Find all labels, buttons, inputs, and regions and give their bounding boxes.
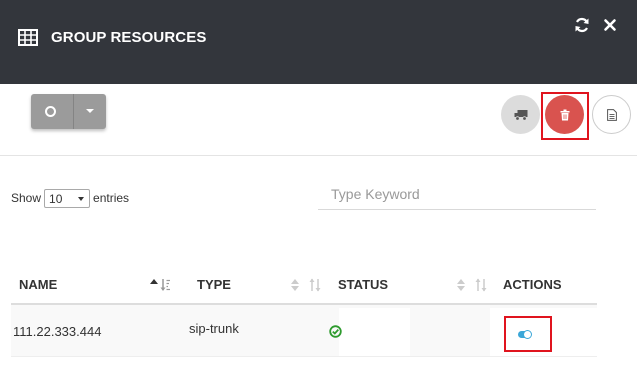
truck-icon <box>514 109 527 121</box>
split-button <box>31 94 106 129</box>
entries-select-value: 10 <box>49 191 63 206</box>
move-resource-button[interactable] <box>501 95 540 134</box>
caret-down-icon <box>86 109 94 113</box>
trash-icon <box>560 109 569 120</box>
column-header-status[interactable]: STATUS <box>338 277 388 292</box>
document-icon <box>606 108 617 121</box>
caret-down-icon <box>78 196 85 201</box>
close-icon[interactable] <box>601 16 619 34</box>
dropdown-toggle-button[interactable] <box>74 94 106 129</box>
refresh-icon[interactable] <box>573 16 591 34</box>
toggle-knob <box>523 330 532 339</box>
column-header-actions: ACTIONS <box>503 277 562 292</box>
entries-length-control: Show 10 entries <box>11 188 129 208</box>
actions-cell <box>490 308 597 356</box>
status-cell <box>339 308 410 356</box>
status-toggle-button[interactable] <box>31 94 73 129</box>
toolbar <box>0 84 637 156</box>
sort-both-icon[interactable] <box>456 278 488 292</box>
cell-type: sip-trunk <box>189 321 239 336</box>
sort-both-icon[interactable] <box>290 278 322 292</box>
modal-title: GROUP RESOURCES <box>51 29 207 46</box>
toggle-on-icon[interactable] <box>518 330 532 339</box>
table-grid-icon <box>18 29 38 46</box>
entries-label: entries <box>93 191 130 205</box>
entries-select[interactable]: 10 <box>44 188 91 208</box>
search-input[interactable] <box>318 178 596 210</box>
circle-outline-icon <box>45 106 56 117</box>
modal-header: GROUP RESOURCES <box>0 0 637 84</box>
column-header-type[interactable]: TYPE <box>197 277 231 292</box>
export-button[interactable] <box>592 95 631 134</box>
check-circle-icon <box>329 325 342 338</box>
sort-ascending-icon[interactable] <box>149 278 171 292</box>
delete-button[interactable] <box>545 95 584 134</box>
table-header: NAME TYPE STATUS ACTIONS <box>11 264 597 305</box>
cell-name: 111.22.333.444 <box>13 324 102 339</box>
column-header-name[interactable]: NAME <box>19 277 57 292</box>
show-label: Show <box>11 191 42 205</box>
